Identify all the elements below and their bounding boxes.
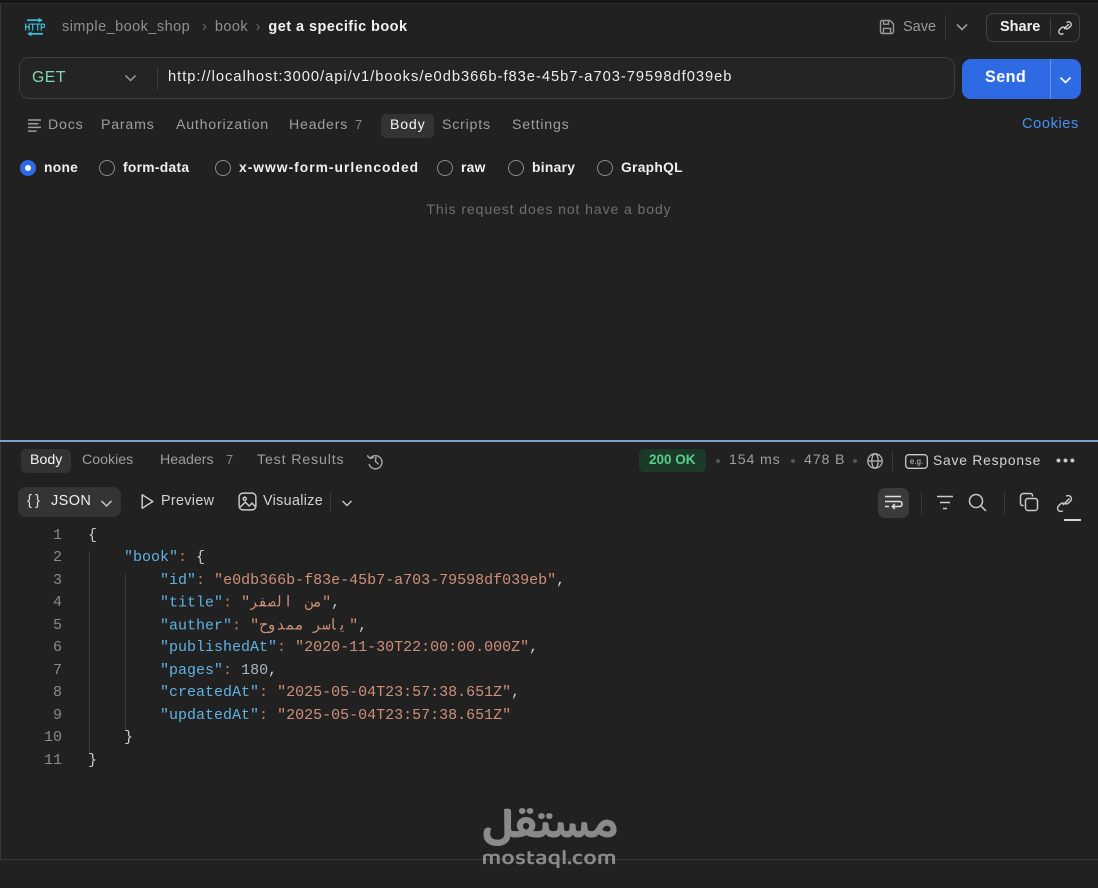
svg-text:HTTP: HTTP <box>25 23 46 34</box>
svg-text:e.g.: e.g. <box>910 457 923 466</box>
